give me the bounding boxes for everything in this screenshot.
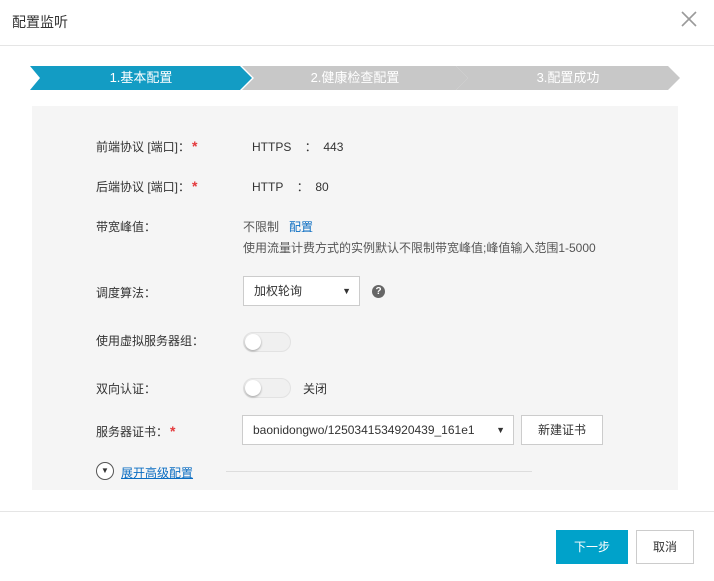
step-basic-config: 1.基本配置 bbox=[30, 66, 252, 90]
close-icon[interactable] bbox=[680, 8, 698, 30]
toggle-knob bbox=[245, 334, 261, 350]
bandwidth-label: 带宽峰值： bbox=[96, 220, 157, 234]
step-label: 2.健康检查配置 bbox=[310, 70, 400, 85]
vserver-group-label: 使用虚拟服务器组： bbox=[96, 334, 205, 348]
backend-protocol-value: HTTP ： 80 bbox=[252, 180, 329, 194]
mutual-auth-label: 双向认证： bbox=[96, 382, 157, 396]
bandwidth-value: 不限制 配置 bbox=[243, 220, 314, 234]
expand-advanced-link[interactable]: 展开高级配置 bbox=[121, 464, 193, 481]
frontend-protocol-label: 前端协议 [端口]： * bbox=[96, 138, 198, 154]
chevron-down-icon: ▼ bbox=[96, 462, 114, 480]
scheduler-label: 调度算法： bbox=[96, 286, 157, 300]
basic-config-form: 前端协议 [端口]： * HTTPS ： 443 后端协议 [端口]： * HTTP… bbox=[32, 106, 678, 490]
step-label: 3.配置成功 bbox=[536, 70, 600, 85]
step-config-success: 3.配置成功 bbox=[456, 66, 680, 90]
dialog-title: 配置监听 bbox=[12, 14, 68, 30]
config-listener-dialog: 配置监听 1.基本配置 2.健康检查配置 3.配置成功 前端协议 [端口]： *… bbox=[0, 0, 714, 581]
required-mark: * bbox=[170, 423, 176, 439]
caret-down-icon: ▼ bbox=[342, 286, 351, 296]
scheduler-select[interactable]: 加权轮询 ▼ bbox=[243, 276, 360, 306]
bandwidth-hint: 使用流量计费方式的实例默认不限制带宽峰值;峰值输入范围1-5000 bbox=[243, 241, 596, 255]
server-cert-select[interactable]: baonidongwo/1250341534920439_161e1 ▼ bbox=[242, 415, 514, 445]
mutual-auth-toggle[interactable] bbox=[243, 378, 291, 398]
new-cert-button[interactable]: 新建证书 bbox=[521, 415, 603, 445]
caret-down-icon: ▼ bbox=[492, 416, 505, 444]
required-mark: * bbox=[192, 138, 198, 154]
dialog-header: 配置监听 bbox=[0, 0, 714, 46]
required-mark: * bbox=[192, 178, 198, 194]
step-label: 1.基本配置 bbox=[109, 70, 173, 85]
help-icon[interactable]: ? bbox=[372, 285, 385, 298]
wizard-steps: 1.基本配置 2.健康检查配置 3.配置成功 bbox=[30, 66, 680, 90]
step-health-check: 2.健康检查配置 bbox=[242, 66, 468, 90]
vserver-group-toggle[interactable] bbox=[243, 332, 291, 352]
advanced-divider bbox=[226, 471, 532, 472]
bandwidth-config-link[interactable]: 配置 bbox=[289, 220, 313, 234]
frontend-protocol-value: HTTPS ： 443 bbox=[252, 140, 344, 154]
dialog-footer: 下一步 取消 bbox=[0, 511, 714, 581]
cancel-button[interactable]: 取消 bbox=[636, 530, 694, 564]
next-step-button[interactable]: 下一步 bbox=[556, 530, 628, 564]
toggle-knob bbox=[245, 380, 261, 396]
server-cert-label: 服务器证书： * bbox=[96, 423, 176, 439]
backend-protocol-label: 后端协议 [端口]： * bbox=[96, 178, 198, 194]
mutual-auth-state: 关闭 bbox=[303, 382, 328, 396]
